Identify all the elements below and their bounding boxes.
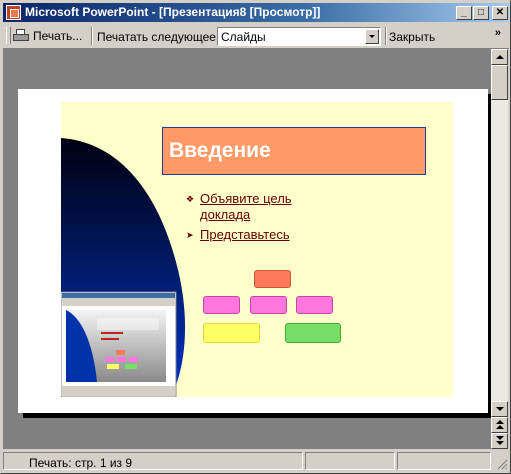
slide-bullets: ❖ Объявите цель доклада ➤ Представьтесь: [186, 191, 320, 247]
toolbar-grip[interactable]: [6, 27, 11, 44]
bullet-item[interactable]: ❖ Объявите цель доклада: [186, 191, 320, 223]
org-chart-middle-box: [250, 296, 287, 314]
status-bar: Печать: стр. 1 из 9: [3, 450, 509, 472]
print-what-label: Печатать следующее:: [97, 30, 220, 44]
bullet-icon: ➤: [186, 230, 194, 240]
slide-preview: Введение ❖ Объявите цель доклада ➤ Предс…: [61, 102, 453, 397]
status-pane-main: Печать: стр. 1 из 9: [3, 452, 303, 470]
printer-icon: [13, 29, 29, 43]
preview-workspace: Введение ❖ Объявите цель доклада ➤ Предс…: [3, 49, 491, 449]
window-title: Microsoft PowerPoint - [Презентация8 [Пр…: [25, 5, 321, 19]
resize-grip-icon[interactable]: [493, 452, 508, 470]
print-button-label: Печать...: [33, 29, 83, 43]
powerpoint-window: Microsoft PowerPoint - [Презентация8 [Пр…: [0, 0, 511, 474]
powerpoint-app-icon[interactable]: [6, 5, 21, 20]
vertical-scrollbar[interactable]: [491, 49, 508, 449]
org-chart-bottom-right-box: [285, 323, 341, 343]
title-bar[interactable]: Microsoft PowerPoint - [Презентация8 [Пр…: [3, 3, 509, 22]
print-what-value: Слайды: [221, 30, 266, 44]
org-chart-top-box: [254, 270, 291, 288]
print-button[interactable]: Печать...: [13, 26, 82, 46]
next-page-button[interactable]: [491, 433, 508, 449]
slide-title: Введение: [162, 127, 426, 175]
toolbar-separator: [91, 27, 93, 45]
previous-page-button[interactable]: [491, 417, 508, 433]
minimize-button[interactable]: _: [456, 6, 472, 20]
scroll-thumb[interactable]: [491, 65, 508, 100]
scroll-down-button[interactable]: [491, 401, 508, 417]
org-chart-middle-box: [296, 296, 333, 314]
print-what-dropdown[interactable]: Слайды: [217, 27, 381, 46]
bullet-text: Представьтесь: [200, 227, 290, 242]
bullet-text: Объявите цель доклада: [200, 191, 292, 222]
maximize-button[interactable]: □: [473, 6, 489, 20]
chevron-down-icon[interactable]: [365, 29, 379, 44]
status-pane: [397, 452, 491, 470]
arrow-up-icon: [496, 55, 504, 59]
arrow-down-icon: [496, 407, 504, 411]
scroll-up-button[interactable]: [491, 49, 508, 65]
double-arrow-up-icon: [496, 420, 504, 424]
status-pane: [305, 452, 395, 470]
toolbar-separator: [385, 27, 387, 45]
print-preview-toolbar: Печать... Печатать следующее: Слайды Зак…: [3, 24, 509, 49]
bullet-item[interactable]: ➤ Представьтесь: [186, 227, 320, 243]
print-page: Введение ❖ Объявите цель доклада ➤ Предс…: [18, 89, 488, 413]
toolbar-overflow-icon[interactable]: »: [495, 27, 501, 39]
org-chart-bottom-left-box: [203, 323, 260, 343]
close-button[interactable]: ✕: [492, 6, 508, 20]
org-chart-middle-box: [203, 296, 240, 314]
close-preview-button[interactable]: Закрыть: [389, 30, 435, 44]
double-arrow-down-icon: [496, 436, 504, 440]
status-page-info: Печать: стр. 1 из 9: [29, 456, 133, 470]
bullet-icon: ❖: [186, 194, 195, 204]
